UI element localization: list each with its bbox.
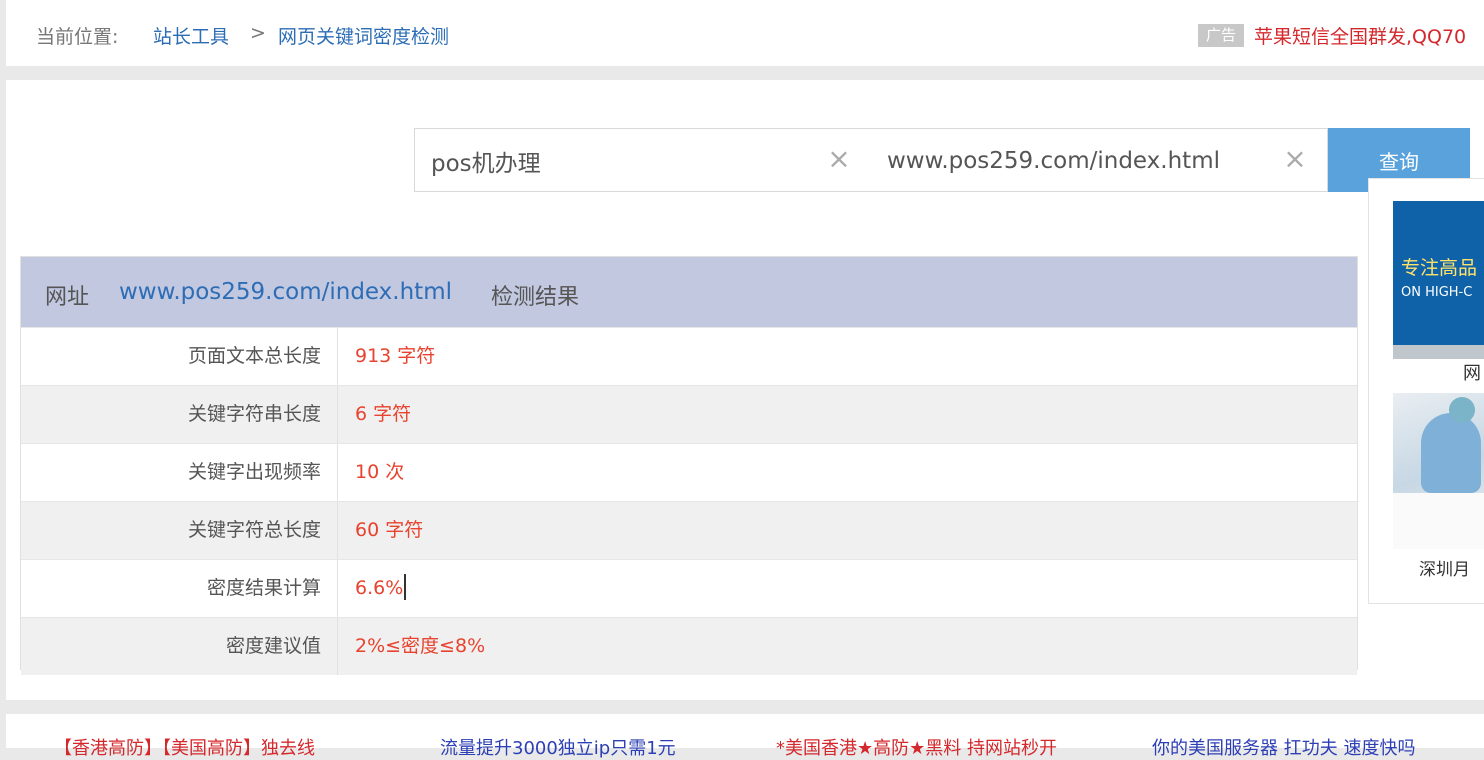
- footer-link[interactable]: 你的美国服务器 扛功夫 速度快吗: [1152, 734, 1415, 760]
- url-field: ×: [871, 128, 1328, 193]
- row-label: 密度结果计算: [206, 577, 321, 599]
- row-value: 60 字符: [355, 519, 424, 541]
- footer-link[interactable]: 【香港高防】【美国高防】独去线: [54, 734, 315, 760]
- bed-pillow: [1393, 493, 1484, 549]
- breadcrumb: 当前位置: 站长工具 > 网页关键词密度检测 广告 苹果短信全国群发,QQ70: [6, 0, 1484, 66]
- ad-link[interactable]: 苹果短信全国群发,QQ70: [1254, 22, 1466, 49]
- breadcrumb-link-tools[interactable]: 站长工具: [153, 22, 229, 49]
- main-panel: × × 查询 网址 www.pos259.com/index.html 检测结果…: [6, 80, 1484, 700]
- row-divider: [337, 328, 338, 385]
- table-row: 关键字符总长度 60 字符: [21, 501, 1357, 559]
- ad-banner-title: 专注高品: [1401, 257, 1478, 279]
- clear-url-icon[interactable]: ×: [1281, 145, 1309, 173]
- ad-banner-caption[interactable]: 网: [1463, 359, 1481, 385]
- row-value: 6 字符: [355, 403, 412, 425]
- ad-banner-bar: [1393, 345, 1484, 359]
- text-cursor-icon: I: [404, 574, 416, 600]
- footer-link[interactable]: *美国香港★高防★黑料 持网站秒开: [776, 734, 1057, 760]
- nurse-figure: [1421, 413, 1481, 493]
- row-divider: [337, 618, 338, 675]
- result-header-suffix: 检测结果: [491, 285, 580, 310]
- table-row: 页面文本总长度 913 字符: [21, 327, 1357, 385]
- row-label: 页面文本总长度: [187, 345, 321, 367]
- row-label: 密度建议值: [225, 635, 321, 657]
- clear-keyword-icon[interactable]: ×: [825, 145, 853, 173]
- search-form: × × 查询: [414, 128, 1470, 193]
- ad-banner-subtitle: ON HIGH-C: [1401, 285, 1473, 300]
- result-header-label: 网址: [45, 285, 90, 310]
- footer-link[interactable]: 流量提升3000独立ip只需1元: [440, 734, 676, 760]
- breadcrumb-label: 当前位置:: [36, 26, 119, 48]
- breadcrumb-separator: >: [250, 22, 266, 44]
- ad-badge: 广告: [1198, 24, 1244, 47]
- result-header: 网址 www.pos259.com/index.html 检测结果: [21, 257, 1357, 327]
- ad-photo-caption[interactable]: 深圳月: [1419, 555, 1470, 580]
- table-row: 密度结果计算 6.6%: [21, 559, 1357, 617]
- row-divider: [337, 444, 338, 501]
- row-divider: [337, 386, 338, 443]
- url-input[interactable]: [885, 129, 1269, 193]
- ad-photo-image[interactable]: [1393, 393, 1484, 549]
- row-value: 10 次: [355, 461, 405, 483]
- table-row: 关键字出现频率 10 次: [21, 443, 1357, 501]
- row-value: 2%≤密度≤8%: [355, 635, 486, 657]
- ad-banner-image[interactable]: 专注高品 ON HIGH-C: [1393, 201, 1484, 359]
- row-value: 913 字符: [355, 345, 436, 367]
- breadcrumb-link-density[interactable]: 网页关键词密度检测: [278, 22, 449, 49]
- keyword-input[interactable]: [429, 129, 813, 193]
- row-value: 6.6%: [355, 577, 404, 599]
- row-label: 关键字符总长度: [187, 519, 321, 541]
- result-table: 网址 www.pos259.com/index.html 检测结果 页面文本总长…: [20, 256, 1358, 675]
- row-label: 关键字符串长度: [187, 403, 321, 425]
- footer-links: 【香港高防】【美国高防】独去线 流量提升3000独立ip只需1元 *美国香港★高…: [6, 714, 1484, 759]
- side-ad-panel: 专注高品 ON HIGH-C 网 深圳月: [1368, 178, 1484, 604]
- table-row: 关键字符串长度 6 字符: [21, 385, 1357, 443]
- row-divider: [337, 502, 338, 559]
- keyword-field: ×: [414, 128, 872, 193]
- result-header-url[interactable]: www.pos259.com/index.html: [119, 279, 452, 305]
- row-label: 关键字出现频率: [187, 461, 321, 483]
- table-row: 密度建议值 2%≤密度≤8%: [21, 617, 1357, 675]
- row-divider: [337, 560, 338, 617]
- nurse-head: [1449, 397, 1475, 423]
